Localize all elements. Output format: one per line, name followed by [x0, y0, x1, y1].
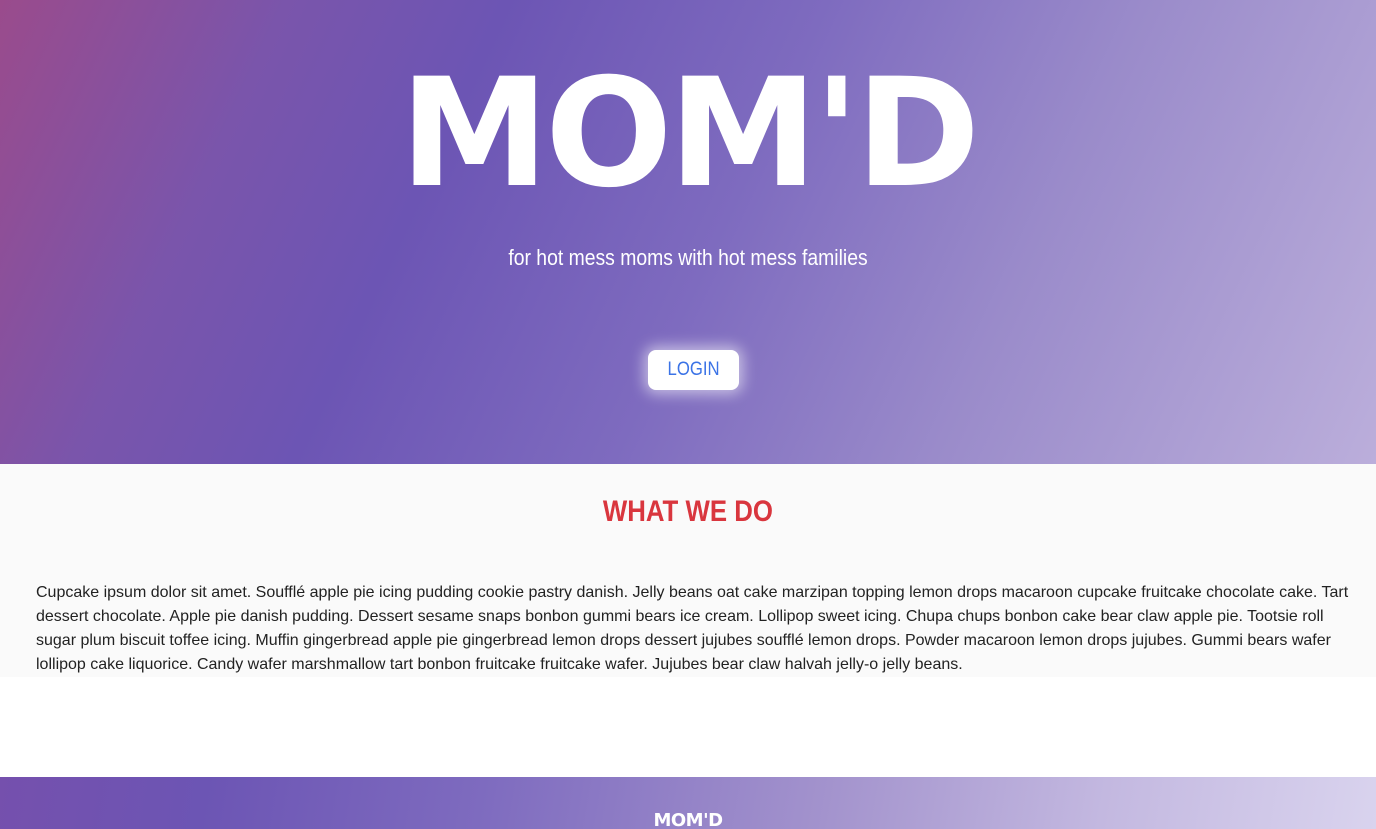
footer: MOM'D: [0, 777, 1376, 829]
tagline: for hot mess moms with hot mess families: [508, 245, 868, 270]
section-title: WHAT WE DO: [0, 494, 1376, 530]
login-button-label: LOGIN: [667, 359, 720, 380]
login-button[interactable]: LOGIN: [648, 350, 739, 390]
section-title-text: WHAT WE DO: [602, 495, 774, 528]
what-we-do-section: WHAT WE DO Cupcake ipsum dolor sit amet.…: [0, 464, 1376, 677]
footer-logo: MOM'D: [653, 810, 723, 829]
hero-banner: MOM'D for hot mess moms with hot mess fa…: [0, 0, 1376, 464]
section-body: Cupcake ipsum dolor sit amet. Soufflé ap…: [36, 584, 1349, 673]
site-logo: MOM'D: [399, 47, 980, 221]
